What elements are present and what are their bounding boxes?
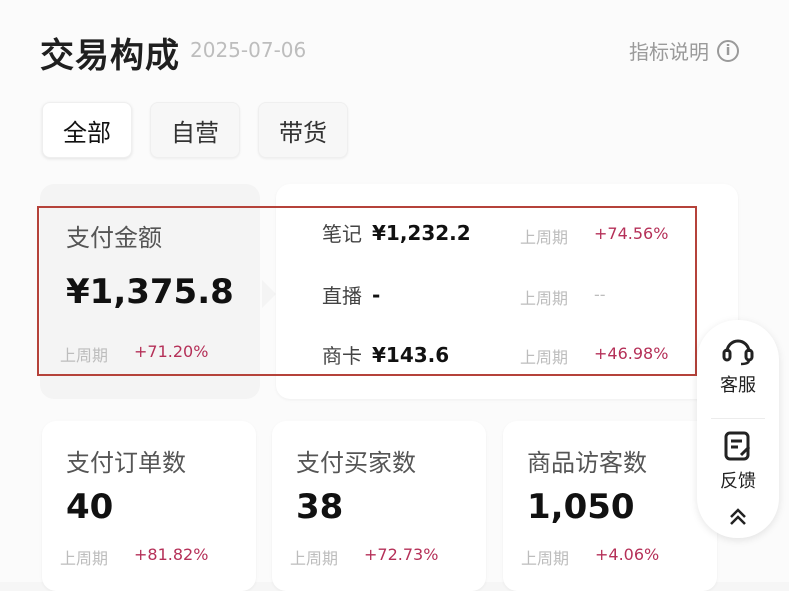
floating-service-panel: 客服 反馈 [697,320,779,538]
page: 交易构成 2025-07-06 指标说明 i 全部 自营 带货 支付金额 ¥1,… [0,0,789,591]
metric-label: 支付买家数 [296,449,416,477]
collapse-button[interactable] [697,506,779,533]
help-label: 指标说明 [629,40,709,64]
tab-self-operated[interactable]: 自营 [150,102,240,158]
double-chevron-up-icon [727,506,749,533]
tab-promotion[interactable]: 带货 [258,102,348,158]
metric-prev-label: 上周期 [521,549,570,568]
tab-all[interactable]: 全部 [42,102,132,158]
panel-divider [711,418,765,419]
feedback-icon [722,430,754,467]
metric-value: 1,050 [527,487,635,527]
metric-label: 支付订单数 [66,449,186,477]
info-icon: i [717,39,739,62]
date-label: 2025-07-06 [190,38,307,62]
feedback-button[interactable]: 反馈 [697,430,779,493]
service-label: 客服 [720,375,756,396]
metric-prev-label: 上周期 [60,549,109,568]
page-title: 交易构成 [40,36,180,76]
metric-card-visitors[interactable]: 商品访客数 1,050 上周期 +4.06% [503,421,717,591]
metric-value: 40 [66,487,114,527]
feedback-label: 反馈 [720,471,756,492]
metric-card-orders[interactable]: 支付订单数 40 上周期 +81.82% [42,421,256,591]
tab-bar: 全部 自营 带货 [42,102,348,158]
metric-help-link[interactable]: 指标说明 i [629,36,739,65]
metric-prev-label: 上周期 [290,549,339,568]
highlight-box [37,206,697,376]
metric-change: +4.06% [595,545,660,564]
metric-change: +72.73% [364,545,439,564]
metric-label: 商品访客数 [527,449,647,477]
metric-value: 38 [296,487,344,527]
metric-change: +81.82% [134,545,209,564]
service-button[interactable]: 客服 [697,334,779,397]
headset-icon [721,334,755,371]
metric-card-buyers[interactable]: 支付买家数 38 上周期 +72.73% [272,421,486,591]
